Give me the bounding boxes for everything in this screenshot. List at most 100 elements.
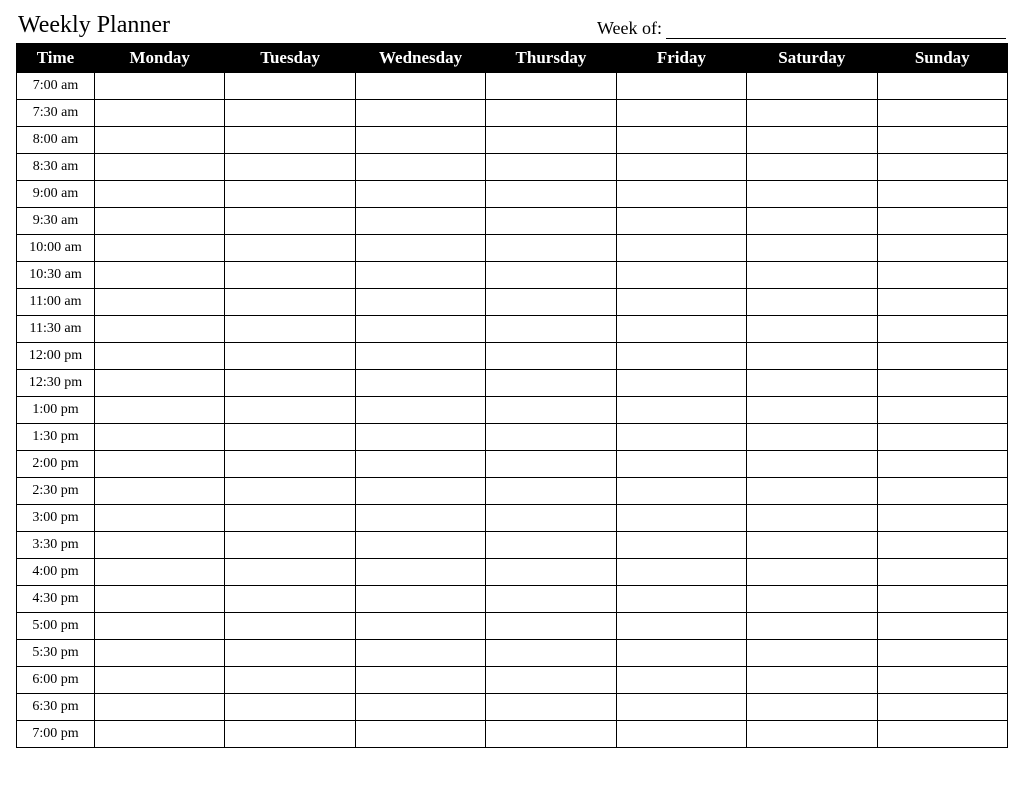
- planner-cell[interactable]: [355, 343, 485, 370]
- planner-cell[interactable]: [877, 721, 1007, 748]
- planner-cell[interactable]: [877, 667, 1007, 694]
- planner-cell[interactable]: [225, 559, 355, 586]
- planner-cell[interactable]: [355, 559, 485, 586]
- planner-cell[interactable]: [95, 289, 225, 316]
- planner-cell[interactable]: [486, 640, 616, 667]
- planner-cell[interactable]: [486, 235, 616, 262]
- planner-cell[interactable]: [95, 343, 225, 370]
- planner-cell[interactable]: [747, 316, 877, 343]
- planner-cell[interactable]: [747, 667, 877, 694]
- planner-cell[interactable]: [95, 532, 225, 559]
- planner-cell[interactable]: [225, 343, 355, 370]
- planner-cell[interactable]: [877, 343, 1007, 370]
- planner-cell[interactable]: [486, 181, 616, 208]
- planner-cell[interactable]: [616, 532, 746, 559]
- planner-cell[interactable]: [355, 235, 485, 262]
- planner-cell[interactable]: [355, 262, 485, 289]
- planner-cell[interactable]: [225, 397, 355, 424]
- planner-cell[interactable]: [355, 208, 485, 235]
- planner-cell[interactable]: [877, 613, 1007, 640]
- planner-cell[interactable]: [95, 667, 225, 694]
- planner-cell[interactable]: [486, 100, 616, 127]
- planner-cell[interactable]: [616, 343, 746, 370]
- week-of-input-line[interactable]: [666, 21, 1006, 39]
- planner-cell[interactable]: [95, 73, 225, 100]
- planner-cell[interactable]: [225, 127, 355, 154]
- planner-cell[interactable]: [355, 73, 485, 100]
- planner-cell[interactable]: [486, 505, 616, 532]
- planner-cell[interactable]: [355, 370, 485, 397]
- planner-cell[interactable]: [486, 451, 616, 478]
- planner-cell[interactable]: [747, 262, 877, 289]
- planner-cell[interactable]: [355, 100, 485, 127]
- planner-cell[interactable]: [486, 478, 616, 505]
- planner-cell[interactable]: [616, 613, 746, 640]
- planner-cell[interactable]: [355, 181, 485, 208]
- planner-cell[interactable]: [355, 397, 485, 424]
- planner-cell[interactable]: [355, 424, 485, 451]
- planner-cell[interactable]: [486, 424, 616, 451]
- planner-cell[interactable]: [486, 289, 616, 316]
- planner-cell[interactable]: [95, 154, 225, 181]
- planner-cell[interactable]: [486, 397, 616, 424]
- planner-cell[interactable]: [95, 316, 225, 343]
- planner-cell[interactable]: [355, 316, 485, 343]
- planner-cell[interactable]: [355, 478, 485, 505]
- planner-cell[interactable]: [95, 235, 225, 262]
- planner-cell[interactable]: [877, 640, 1007, 667]
- planner-cell[interactable]: [95, 694, 225, 721]
- planner-cell[interactable]: [225, 73, 355, 100]
- planner-cell[interactable]: [747, 343, 877, 370]
- planner-cell[interactable]: [355, 289, 485, 316]
- planner-cell[interactable]: [747, 289, 877, 316]
- planner-cell[interactable]: [747, 73, 877, 100]
- planner-cell[interactable]: [747, 559, 877, 586]
- planner-cell[interactable]: [616, 640, 746, 667]
- planner-cell[interactable]: [95, 559, 225, 586]
- planner-cell[interactable]: [225, 667, 355, 694]
- planner-cell[interactable]: [486, 667, 616, 694]
- planner-cell[interactable]: [225, 694, 355, 721]
- planner-cell[interactable]: [616, 586, 746, 613]
- planner-cell[interactable]: [95, 397, 225, 424]
- planner-cell[interactable]: [877, 235, 1007, 262]
- planner-cell[interactable]: [486, 316, 616, 343]
- planner-cell[interactable]: [616, 181, 746, 208]
- planner-cell[interactable]: [225, 613, 355, 640]
- planner-cell[interactable]: [747, 127, 877, 154]
- planner-cell[interactable]: [225, 262, 355, 289]
- planner-cell[interactable]: [616, 316, 746, 343]
- planner-cell[interactable]: [486, 154, 616, 181]
- planner-cell[interactable]: [616, 154, 746, 181]
- planner-cell[interactable]: [95, 370, 225, 397]
- planner-cell[interactable]: [95, 424, 225, 451]
- planner-cell[interactable]: [877, 289, 1007, 316]
- planner-cell[interactable]: [95, 640, 225, 667]
- planner-cell[interactable]: [877, 478, 1007, 505]
- planner-cell[interactable]: [225, 208, 355, 235]
- planner-cell[interactable]: [355, 721, 485, 748]
- planner-cell[interactable]: [747, 208, 877, 235]
- planner-cell[interactable]: [877, 73, 1007, 100]
- planner-cell[interactable]: [747, 370, 877, 397]
- planner-cell[interactable]: [747, 694, 877, 721]
- planner-cell[interactable]: [616, 397, 746, 424]
- planner-cell[interactable]: [747, 100, 877, 127]
- planner-cell[interactable]: [225, 451, 355, 478]
- planner-cell[interactable]: [355, 154, 485, 181]
- planner-cell[interactable]: [355, 640, 485, 667]
- planner-cell[interactable]: [95, 478, 225, 505]
- planner-cell[interactable]: [616, 289, 746, 316]
- planner-cell[interactable]: [747, 424, 877, 451]
- planner-cell[interactable]: [355, 451, 485, 478]
- planner-cell[interactable]: [95, 505, 225, 532]
- planner-cell[interactable]: [225, 235, 355, 262]
- planner-cell[interactable]: [486, 613, 616, 640]
- planner-cell[interactable]: [747, 586, 877, 613]
- planner-cell[interactable]: [616, 451, 746, 478]
- planner-cell[interactable]: [877, 208, 1007, 235]
- planner-cell[interactable]: [486, 721, 616, 748]
- planner-cell[interactable]: [95, 127, 225, 154]
- planner-cell[interactable]: [616, 208, 746, 235]
- planner-cell[interactable]: [747, 181, 877, 208]
